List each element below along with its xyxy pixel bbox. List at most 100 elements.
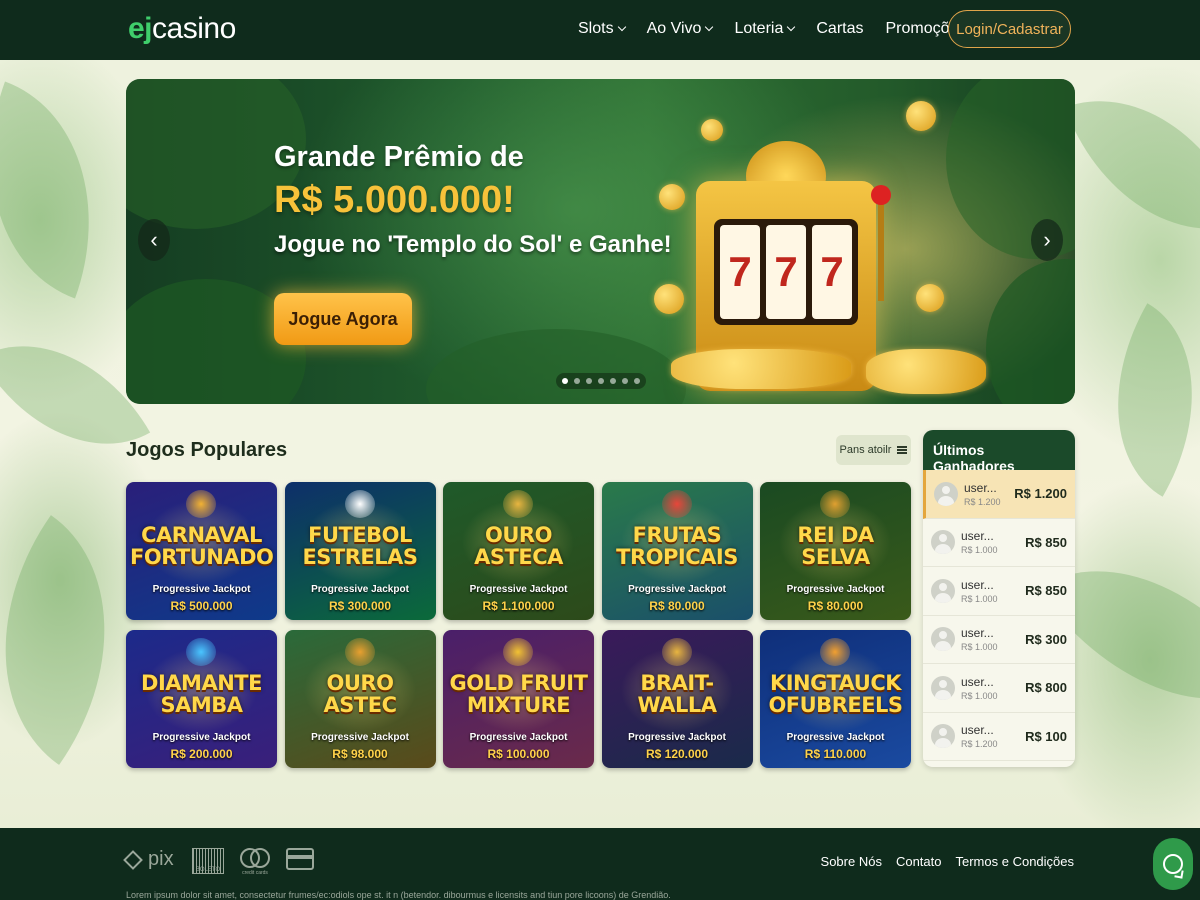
game-title: REI DA SELVA — [797, 523, 874, 569]
game-title: DIAMANTE SAMBA — [141, 671, 262, 717]
winner-amount: R$ 300 — [1025, 631, 1067, 647]
chevron-down-icon — [787, 22, 796, 32]
game-title: OURO ASTEC — [323, 671, 397, 717]
winner-bet: R$ 1.000 — [961, 690, 998, 701]
footer-link-contato[interactable]: Contato — [896, 854, 942, 869]
slot-reel: 7 — [812, 225, 852, 319]
carousel-dot[interactable] — [610, 378, 616, 384]
game-card[interactable]: BRAIT-WALLA Progressive Jackpot R$ 120.000 — [601, 630, 753, 768]
pix-icon — [123, 849, 143, 870]
carousel-prev-button[interactable]: ‹ — [138, 219, 170, 261]
game-card[interactable]: REI DA SELVA Progressive Jackpot R$ 80.000 — [760, 482, 911, 620]
play-now-button[interactable]: Jogue Agora — [274, 293, 412, 345]
site-footer: pix BOLETO credit cards Sobre Nós Contato… — [0, 828, 1200, 900]
jackpot-label: Progressive Jackpot — [311, 732, 409, 743]
hero-title: Grande Prêmio de — [274, 141, 524, 173]
game-emblem-icon — [503, 638, 533, 666]
winner-row: user... R$ 1.000 R$ 300 — [923, 616, 1075, 664]
nav-item-slots[interactable]: Slots — [578, 20, 626, 38]
game-card[interactable]: KINGTAUCK OFUBREELS Progressive Jackpot R$… — [760, 630, 911, 768]
jackpot-label: Progressive Jackpot — [311, 584, 409, 595]
winner-row: user... R$ 1.000 R$ 850 — [923, 567, 1075, 616]
winner-amount: R$ 850 — [1025, 583, 1067, 599]
nav-item-loteria[interactable]: Loteria — [734, 20, 796, 38]
latest-winners-title: Últimos Ganhadores — [923, 430, 1075, 474]
hero-banner: Grande Prêmio de R$ 5.000.000! Jogue no … — [126, 79, 1075, 404]
jackpot-label: Progressive Jackpot — [469, 584, 568, 595]
popular-games-title: Jogos Populares — [126, 439, 288, 461]
avatar — [934, 481, 958, 506]
winner-bet: R$ 1.200 — [964, 496, 1001, 507]
footer-link-sobre-n-s[interactable]: Sobre Nós — [821, 854, 882, 869]
login-register-button[interactable]: Login/Cadastrar — [948, 10, 1071, 48]
main-menu: Slots Ao Vivo Loteria Cartas Promoções — [578, 20, 988, 38]
carousel-dot[interactable] — [622, 378, 628, 384]
hero-prize-amount: R$ 5.000.000! — [274, 179, 515, 221]
games-grid: CARNAVAL FORTUNADO Progressive Jackpot R$ … — [126, 482, 911, 768]
card-logo — [286, 848, 314, 870]
nav-item-cartas[interactable]: Cartas — [816, 20, 863, 38]
jackpot-amount: R$ 110.000 — [804, 747, 867, 761]
footer-link-termos-e-condi-es[interactable]: Termos e Condições — [956, 854, 1075, 869]
game-card[interactable]: FRUTAS TROPICAIS Progressive Jackpot R$ 80… — [601, 482, 753, 620]
jackpot-label: Progressive Jackpot — [786, 732, 885, 743]
live-chat-button[interactable] — [1153, 838, 1193, 890]
game-card[interactable]: CARNAVAL FORTUNADO Progressive Jackpot R$ … — [126, 482, 277, 620]
list-filter-icon — [897, 446, 908, 454]
pix-logo: pix — [123, 848, 174, 871]
game-emblem-icon — [186, 638, 216, 666]
game-title: BRAIT-WALLA — [637, 671, 718, 717]
avatar — [931, 724, 955, 749]
winner-row: user... R$ 1.200 R$ 100 — [923, 713, 1075, 761]
latest-winners-panel: Últimos Ganhadores user... R$ 1.200 R$ 1.2… — [923, 430, 1075, 767]
carousel-dot[interactable] — [634, 378, 640, 384]
game-card[interactable]: OURO ASTEC Progressive Jackpot R$ 98.000 — [284, 630, 436, 768]
jackpot-label: Progressive Jackpot — [152, 732, 251, 743]
carousel-dot[interactable] — [562, 378, 568, 384]
credit-card-icon — [286, 848, 314, 870]
jackpot-amount: R$ 120.000 — [645, 747, 709, 761]
jackpot-amount: R$ 80.000 — [807, 599, 864, 613]
winner-amount: R$ 100 — [1025, 728, 1067, 744]
jackpot-label: Progressive Jackpot — [628, 732, 726, 743]
game-card[interactable]: GOLD FRUIT MIXTURE Progressive Jackpot R$ … — [443, 630, 594, 768]
winner-bet: R$ 1.000 — [961, 593, 998, 604]
footer-disclaimer: Lorem ipsum dolor sit amet, consectetur … — [126, 890, 671, 900]
nav-item-ao-vivo[interactable]: Ao Vivo — [647, 20, 714, 38]
winner-row: user... R$ 1.000 R$ 800 — [923, 664, 1075, 713]
carousel-dot[interactable] — [574, 378, 580, 384]
chat-bubble-icon — [1163, 854, 1183, 874]
game-card[interactable]: FUTEBOL ESTRELAS Progressive Jackpot R$ 30… — [284, 482, 436, 620]
barcode-icon: BOLETO — [192, 848, 224, 874]
game-emblem-icon — [344, 638, 375, 666]
game-emblem-icon — [503, 490, 533, 518]
jackpot-amount: R$ 200.000 — [170, 747, 233, 761]
game-title: KINGTAUCK OFUBREELS — [768, 671, 903, 717]
jackpot-label: Progressive Jackpot — [628, 584, 726, 595]
winner-bet: R$ 1.000 — [961, 545, 998, 556]
game-emblem-icon — [344, 490, 375, 518]
filter-button[interactable]: Pans atoilr — [836, 435, 911, 465]
boleto-logo: BOLETO — [192, 848, 224, 874]
winner-username: user... — [961, 529, 994, 544]
credit-card-logo: credit cards — [240, 848, 270, 876]
game-title: GOLD FRUIT MIXTURE — [449, 671, 588, 717]
jackpot-amount: R$ 300.000 — [328, 599, 392, 613]
top-navbar: ejcasino Slots Ao Vivo Loteria Cartas Promoç… — [0, 0, 1200, 60]
jackpot-amount: R$ 98.000 — [332, 747, 388, 761]
game-card[interactable]: DIAMANTE SAMBA Progressive Jackpot R$ 200.… — [126, 630, 277, 768]
game-title: OURO ASTECA — [474, 523, 563, 569]
game-card[interactable]: OURO ASTECA Progressive Jackpot R$ 1.100.0… — [443, 482, 594, 620]
carousel-next-button[interactable]: › — [1031, 219, 1063, 261]
jackpot-amount: R$ 80.000 — [649, 599, 705, 613]
slot-reel: 7 — [720, 225, 760, 319]
carousel-dot[interactable] — [586, 378, 592, 384]
game-emblem-icon — [661, 490, 692, 518]
winner-amount: R$ 800 — [1025, 680, 1067, 696]
game-emblem-icon — [820, 638, 850, 666]
carousel-dot[interactable] — [598, 378, 604, 384]
site-logo[interactable]: ejcasino — [128, 12, 236, 46]
jackpot-label: Progressive Jackpot — [152, 584, 251, 595]
game-emblem-icon — [820, 490, 850, 518]
chevron-down-icon — [705, 22, 714, 32]
